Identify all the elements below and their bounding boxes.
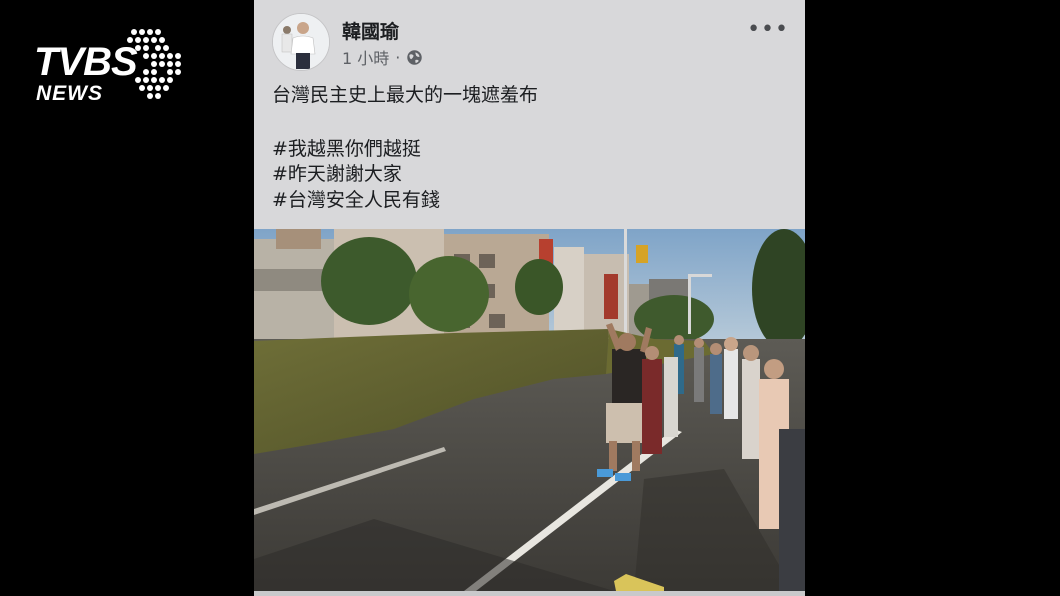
hashtag-link[interactable]: #我越黑你們越挺 [272, 137, 421, 161]
post-author-name[interactable]: 韓國瑜 [342, 17, 399, 44]
post-bottom-divider [254, 591, 805, 596]
tvbs-news-logo: TVBS NEWS [34, 28, 184, 110]
facebook-post-card: 韓國瑜 1 小時 · ••• 台灣民主史上最大的一塊遮羞布 #我越黑你們越挺 #… [254, 0, 805, 596]
logo-dot-pattern-icon [127, 29, 181, 99]
post-photo[interactable] [254, 229, 805, 591]
more-options-icon[interactable]: ••• [747, 19, 789, 41]
post-body-text: 台灣民主史上最大的一塊遮羞布 [272, 84, 539, 106]
hashtag-link[interactable]: #台灣安全人民有錢 [272, 188, 440, 212]
logo-sub-text: NEWS [36, 82, 103, 105]
author-avatar[interactable] [272, 13, 330, 71]
protest-street-photo [254, 229, 805, 591]
logo-main-text: TVBS [34, 40, 138, 84]
hashtag-link[interactable]: #昨天謝謝大家 [272, 162, 402, 186]
post-timestamp[interactable]: 1 小時 [342, 45, 389, 69]
globe-icon[interactable] [406, 49, 423, 66]
post-meta: 1 小時 · [342, 45, 423, 69]
meta-separator: · [395, 47, 401, 67]
